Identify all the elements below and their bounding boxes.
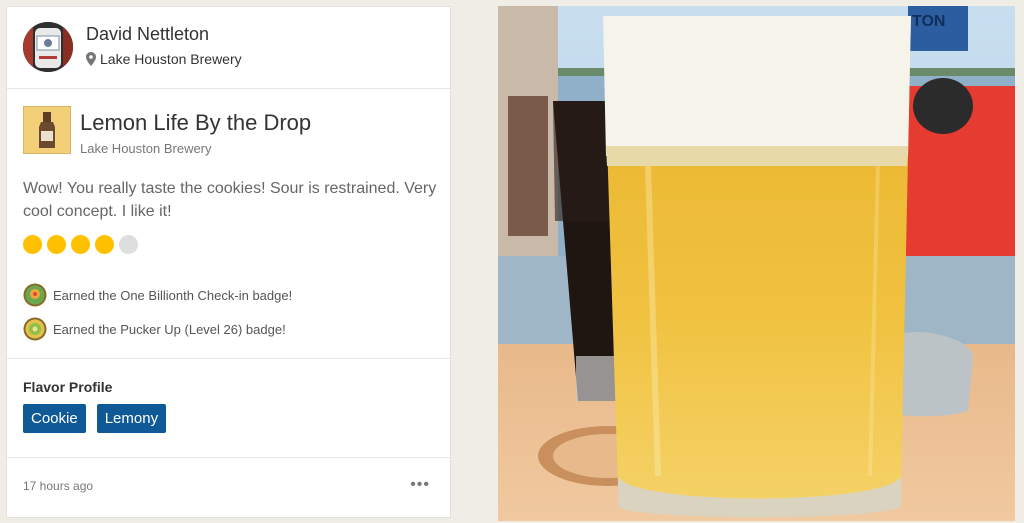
map-pin-icon <box>86 52 96 66</box>
badge-row[interactable]: Earned the Pucker Up (Level 26) badge! <box>23 317 286 341</box>
checkin-photo[interactable]: TON <box>498 6 1015 521</box>
flavor-profile-section: Flavor Profile Cookie Lemony <box>7 359 450 458</box>
badge-label: Earned the Pucker Up (Level 26) badge! <box>53 321 286 337</box>
venue-name: Lake Houston Brewery <box>100 51 242 67</box>
card-footer: 17 hours ago ••• <box>7 458 450 517</box>
rating-dot-filled <box>47 235 66 254</box>
user-avatar[interactable] <box>23 22 73 72</box>
sign-text: TON <box>912 13 945 30</box>
card-header: David Nettleton Lake Houston Brewery <box>7 7 450 89</box>
rating-dot-empty <box>119 235 138 254</box>
flavor-tag[interactable]: Cookie <box>23 404 86 433</box>
brewery-name[interactable]: Lake Houston Brewery <box>80 141 212 156</box>
badge-row[interactable]: Earned the One Billionth Check-in badge! <box>23 283 292 307</box>
beer-bottle-icon <box>24 107 70 153</box>
pucker-up-badge-icon <box>23 317 47 341</box>
more-options-icon[interactable]: ••• <box>410 476 430 494</box>
beer-label-image[interactable] <box>23 106 71 154</box>
billionth-checkin-badge-icon <box>23 283 47 307</box>
checkin-body: Lemon Life By the Drop Lake Houston Brew… <box>7 89 450 359</box>
user-name[interactable]: David Nettleton <box>86 24 209 45</box>
checkin-card: David Nettleton Lake Houston Brewery Lem… <box>7 7 450 517</box>
rating-dots <box>23 235 138 254</box>
avatar-image <box>23 22 73 72</box>
flavor-profile-title: Flavor Profile <box>23 379 113 395</box>
beer-glass-photo: TON <box>498 6 1015 521</box>
rating-dot-filled <box>23 235 42 254</box>
rating-dot-filled <box>95 235 114 254</box>
rating-dot-filled <box>71 235 90 254</box>
badge-label: Earned the One Billionth Check-in badge! <box>53 287 293 303</box>
flavor-tags: Cookie Lemony <box>23 404 167 433</box>
checkin-time[interactable]: 17 hours ago <box>23 479 93 493</box>
beer-name[interactable]: Lemon Life By the Drop <box>80 110 311 136</box>
checkin-venue[interactable]: Lake Houston Brewery <box>86 51 242 67</box>
checkin-comment: Wow! You really taste the cookies! Sour … <box>23 180 437 220</box>
flavor-tag[interactable]: Lemony <box>96 404 167 433</box>
